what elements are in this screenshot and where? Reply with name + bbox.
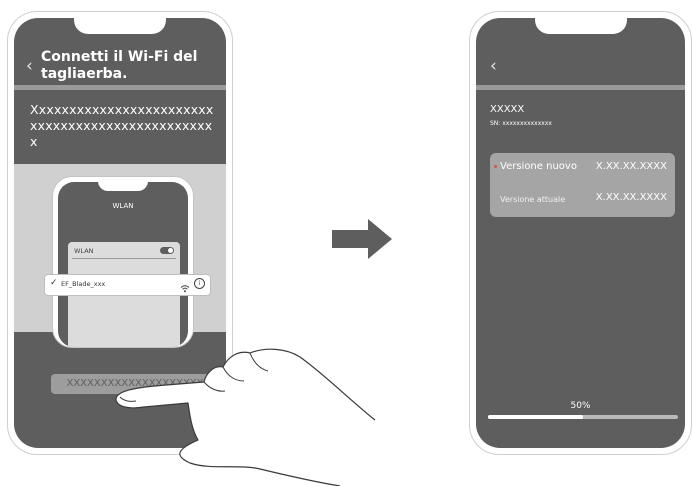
illustration-phone: WLAN WLAN: [52, 176, 194, 348]
progress-label: 50%: [570, 401, 591, 411]
instruction-text: Xxxxxxxxxxxxxxxxxxxxxxxxxxxxxxxxxxxxxxxx…: [30, 102, 214, 149]
network-row[interactable]: ✓ EF_Blade_xxx i: [44, 274, 211, 296]
progress-bar: [488, 415, 678, 419]
wlan-toggle[interactable]: [160, 247, 174, 254]
back-button[interactable]: ‹: [26, 58, 33, 75]
serial-number: SN: xxxxxxxxxxxxxx: [490, 120, 552, 127]
phone-notch: [74, 18, 166, 34]
back-button[interactable]: ‹: [490, 58, 497, 75]
progress-fill: [488, 415, 583, 419]
header-separator: [476, 85, 685, 90]
wifi-icon: [180, 278, 190, 297]
right-phone-screen: ‹ XXXXX SN: xxxxxxxxxxxxxx Versione nuov…: [476, 18, 685, 448]
current-version-label: Versione attuale: [500, 195, 566, 204]
illustration-phone-screen: WLAN WLAN: [58, 182, 188, 347]
illustration-header: WLAN: [112, 202, 134, 210]
page-title: Connetti il Wi-Fi del tagliaerba.: [41, 49, 198, 82]
hand-pointer-icon: [115, 348, 376, 486]
info-icon[interactable]: i: [194, 278, 205, 289]
network-name: EF_Blade_xxx: [61, 280, 106, 288]
phone-notch: [534, 18, 627, 34]
checkmark-icon: ✓: [50, 278, 58, 288]
device-name: XXXXX: [490, 104, 525, 115]
new-version-label: Versione nuovo: [500, 161, 577, 172]
right-phone: ‹ XXXXX SN: xxxxxxxxxxxxxx Versione nuov…: [469, 11, 692, 455]
version-card: Versione nuovo X.XX.XX.XXXX Versione att…: [490, 153, 675, 217]
new-version-dot: [494, 165, 497, 168]
illustration-notch: [98, 182, 148, 191]
right-arrow-icon: [332, 219, 392, 259]
chevron-left-icon: ‹: [490, 56, 497, 76]
new-version-value: X.XX.XX.XXXX: [595, 161, 667, 172]
wifi-illustration-panel: WLAN WLAN ✓ EF_Blade_xxx i: [14, 164, 226, 348]
wlan-label: WLAN: [74, 247, 94, 255]
chevron-left-icon: ‹: [26, 56, 33, 76]
header-separator: [14, 85, 226, 90]
current-version-value: X.XX.XX.XXXX: [595, 192, 667, 203]
